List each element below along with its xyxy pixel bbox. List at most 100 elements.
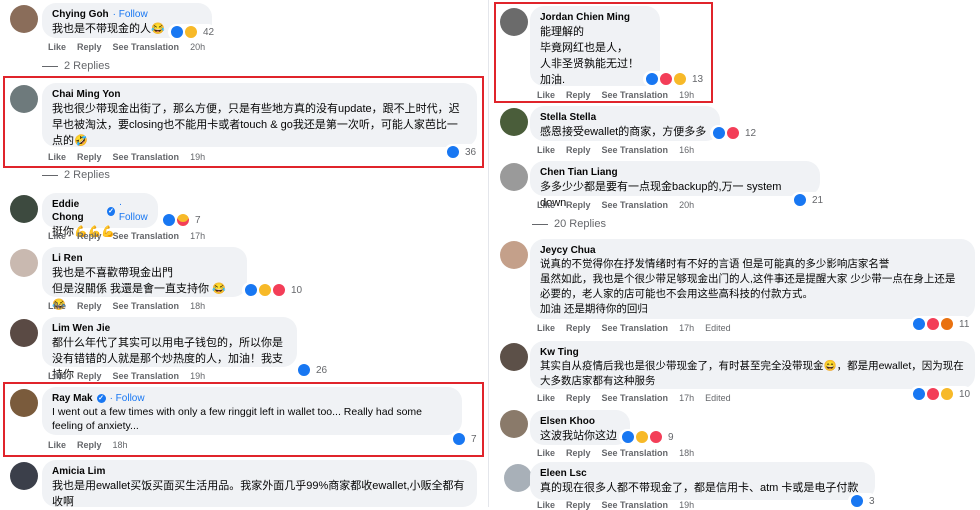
timestamp[interactable]: 16h: [679, 145, 694, 155]
reaction-summary[interactable]: 11: [910, 316, 972, 332]
reaction-count: 26: [316, 364, 328, 376]
comment-actions: Like Reply See Translation 17h Edited: [537, 323, 731, 333]
like-button[interactable]: Like: [537, 145, 555, 155]
comment-author: Eddie Chong ✓ · Follow: [52, 198, 148, 224]
comment-bubble: Amicia Lim 我也是用ewallet买饭买面买生活用品。我家外面几乎99…: [42, 460, 477, 508]
author-name[interactable]: Jeycy Chua: [540, 244, 596, 257]
avatar[interactable]: [10, 249, 38, 277]
avatar[interactable]: [500, 163, 528, 191]
like-button[interactable]: Like: [48, 301, 66, 311]
reaction-summary[interactable]: 42: [168, 24, 217, 40]
love-icon: [926, 317, 940, 331]
like-button[interactable]: Like: [537, 323, 555, 333]
author-name[interactable]: Stella Stella: [540, 111, 596, 124]
timestamp[interactable]: 17h: [679, 323, 694, 333]
avatar[interactable]: [10, 195, 38, 223]
highlight-box: [494, 2, 713, 103]
timestamp[interactable]: 19h: [679, 500, 694, 510]
reply-button[interactable]: Reply: [566, 448, 591, 458]
see-translation-link[interactable]: See Translation: [113, 42, 180, 52]
author-name[interactable]: Lim Wen Jie: [52, 322, 110, 335]
comment-author: Kw Ting: [540, 346, 965, 359]
see-translation-link[interactable]: See Translation: [602, 393, 669, 403]
haha-icon: [940, 387, 954, 401]
like-button[interactable]: Like: [48, 42, 66, 52]
see-translation-link[interactable]: See Translation: [602, 323, 669, 333]
reply-button[interactable]: Reply: [566, 323, 591, 333]
author-name[interactable]: Amicia Lim: [52, 465, 105, 478]
love-icon: [272, 283, 286, 297]
replies-line: [532, 223, 548, 225]
like-button[interactable]: Like: [537, 393, 555, 403]
like-icon: [297, 363, 311, 377]
comment-actions: Like Reply See Translation 19h: [537, 500, 694, 510]
love-icon: [926, 387, 940, 401]
haha-icon: [258, 283, 272, 297]
reaction-summary[interactable]: 21: [791, 192, 826, 208]
like-button[interactable]: Like: [48, 231, 66, 241]
see-translation-link[interactable]: See Translation: [113, 301, 180, 311]
author-name[interactable]: Chying Goh: [52, 8, 109, 21]
follow-link[interactable]: · Follow: [119, 198, 148, 224]
like-button[interactable]: Like: [537, 500, 555, 510]
avatar[interactable]: [10, 319, 38, 347]
avatar[interactable]: [504, 464, 532, 492]
see-translation-link[interactable]: See Translation: [602, 448, 669, 458]
reply-button[interactable]: Reply: [566, 145, 591, 155]
reply-button[interactable]: Reply: [566, 200, 591, 210]
timestamp[interactable]: 17h: [190, 231, 205, 241]
view-replies-link[interactable]: 20 Replies: [532, 218, 606, 230]
see-translation-link[interactable]: See Translation: [113, 371, 180, 381]
reaction-count: 7: [195, 214, 201, 226]
timestamp[interactable]: 17h: [679, 393, 694, 403]
timestamp[interactable]: 20h: [679, 200, 694, 210]
avatar[interactable]: [10, 462, 38, 490]
reply-button[interactable]: Reply: [566, 393, 591, 403]
reaction-summary[interactable]: 7: [160, 212, 203, 228]
comment-author: Stella Stella: [540, 111, 710, 124]
timestamp[interactable]: 18h: [190, 301, 205, 311]
see-translation-link[interactable]: See Translation: [602, 200, 669, 210]
reaction-count: 11: [959, 318, 970, 330]
reaction-count: 9: [668, 431, 674, 443]
reply-button[interactable]: Reply: [77, 231, 102, 241]
author-name[interactable]: Li Ren: [52, 252, 83, 265]
reaction-summary[interactable]: 10: [242, 282, 305, 298]
reaction-summary[interactable]: 10: [910, 386, 973, 402]
haha-icon: [184, 25, 198, 39]
see-translation-link[interactable]: See Translation: [602, 145, 669, 155]
author-name[interactable]: Chen Tian Liang: [540, 166, 618, 179]
view-replies-link[interactable]: 2 Replies: [42, 169, 110, 181]
avatar[interactable]: [10, 5, 38, 33]
timestamp[interactable]: 18h: [679, 448, 694, 458]
reply-button[interactable]: Reply: [77, 371, 102, 381]
avatar[interactable]: [500, 410, 528, 438]
comment-bubble: Lim Wen Jie 都什么年代了其实可以用电子钱包的，所以你是没有错错的人就…: [42, 317, 297, 381]
follow-link[interactable]: · Follow: [113, 8, 148, 21]
avatar[interactable]: [500, 108, 528, 136]
comment-bubble: Eddie Chong ✓ · Follow 挺你💪💪💪: [42, 193, 158, 238]
timestamp[interactable]: 20h: [190, 42, 205, 52]
author-name[interactable]: Kw Ting: [540, 346, 579, 359]
avatar[interactable]: [500, 241, 528, 269]
reaction-summary[interactable]: 12: [710, 125, 759, 141]
reply-button[interactable]: Reply: [77, 301, 102, 311]
author-name[interactable]: Eleen Lsc: [540, 467, 587, 480]
view-replies-link[interactable]: 2 Replies: [42, 60, 110, 72]
reaction-summary[interactable]: 26: [295, 362, 330, 378]
like-button[interactable]: Like: [537, 200, 555, 210]
avatar[interactable]: [500, 343, 528, 371]
author-name[interactable]: Elsen Khoo: [540, 415, 595, 428]
see-translation-link[interactable]: See Translation: [602, 500, 669, 510]
comment-actions: Like Reply See Translation 20h: [48, 42, 205, 52]
like-button[interactable]: Like: [48, 371, 66, 381]
reaction-summary[interactable]: 9: [619, 429, 676, 445]
like-button[interactable]: Like: [537, 448, 555, 458]
author-name[interactable]: Eddie Chong: [52, 198, 103, 224]
see-translation-link[interactable]: See Translation: [113, 231, 180, 241]
reply-button[interactable]: Reply: [77, 42, 102, 52]
timestamp[interactable]: 19h: [190, 371, 205, 381]
reply-button[interactable]: Reply: [566, 500, 591, 510]
comment-author: Chen Tian Liang: [540, 166, 810, 179]
like-icon: [621, 430, 635, 444]
